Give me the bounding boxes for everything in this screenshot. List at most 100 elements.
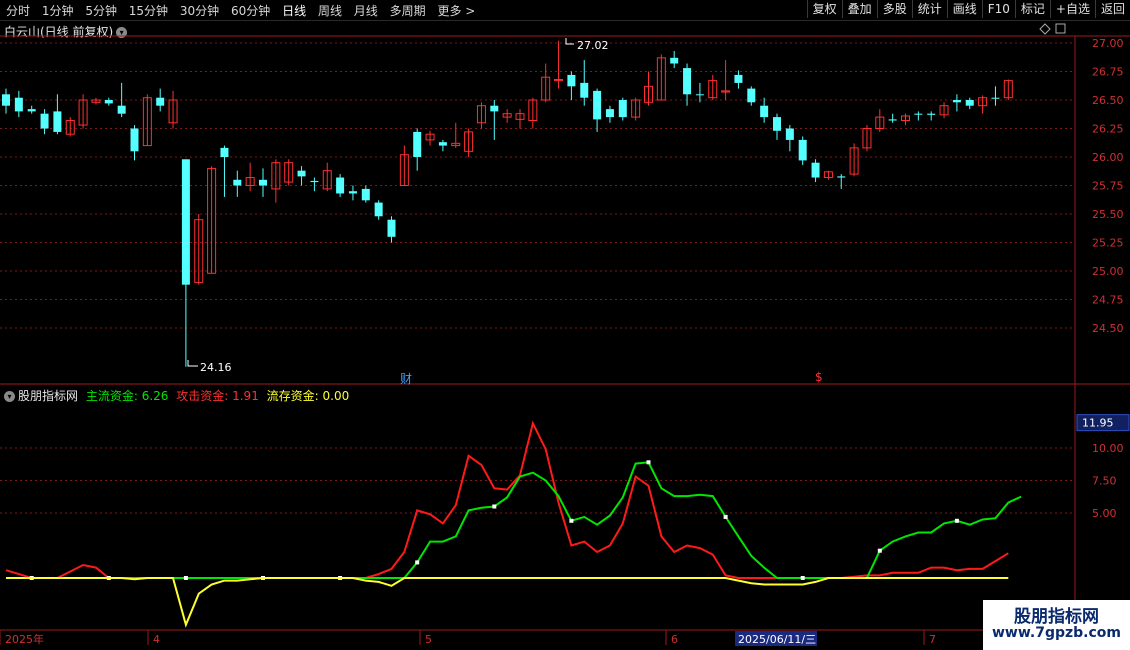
indicator-line-3 <box>6 577 1009 628</box>
indicator-point-marker <box>415 560 420 565</box>
candle-body-down <box>593 90 602 120</box>
price-tick-label: 26.75 <box>1092 66 1124 79</box>
candle-body-down <box>387 219 396 237</box>
date-tick-label: 5 <box>425 633 432 646</box>
cursor-date-label: 2025/06/11/三 <box>738 633 816 646</box>
price-tick-label: 25.50 <box>1092 208 1124 221</box>
low-price-label: 24.16 <box>200 361 232 374</box>
candle-body-down <box>310 180 319 183</box>
candle-body-down <box>734 74 743 83</box>
chevron-down-icon[interactable]: ▾ <box>4 391 15 402</box>
candle-body-down <box>811 162 820 178</box>
candle-body-down <box>965 100 974 106</box>
candle-body-down <box>695 94 704 96</box>
candle-body-down <box>914 113 923 115</box>
indicator-tick-label: 7.50 <box>1092 475 1117 488</box>
price-tick-label: 24.75 <box>1092 294 1124 307</box>
candle-body-down <box>117 105 126 114</box>
candle-body-down <box>233 179 242 186</box>
candle-body-down <box>798 139 807 161</box>
main-capital-value: 主流资金: 6.26 <box>85 389 169 403</box>
high-price-label: 27.02 <box>577 39 609 52</box>
date-tick-label: 6 <box>671 633 678 646</box>
indicator-grid <box>0 447 1075 514</box>
price-tick-label: 26.50 <box>1092 94 1124 107</box>
candle-body-down <box>413 131 422 157</box>
candle-body-down <box>837 176 846 178</box>
indicator-point-marker <box>954 518 959 523</box>
candle-body-down <box>605 109 614 118</box>
candle-body-down <box>490 105 499 112</box>
indicator-point-marker <box>877 548 882 553</box>
date-tick-label: 4 <box>153 633 160 646</box>
date-tick-label: 7 <box>929 633 936 646</box>
indicator-lines <box>5 420 1022 628</box>
candlestick-series <box>2 40 1013 367</box>
date-tick-label: 2025年 <box>5 632 44 646</box>
candle-body-down <box>181 159 190 285</box>
candle-body-down <box>297 170 306 177</box>
dividend-marker[interactable]: $ <box>815 370 823 384</box>
candle-body-down <box>773 117 781 131</box>
candle-body-down <box>888 119 897 121</box>
price-tick-label: 25.25 <box>1092 237 1124 250</box>
indicator-name: 股朋指标网 <box>18 389 79 403</box>
attack-capital-value: 攻击资金: 1.91 <box>176 389 259 403</box>
indicator-point-marker <box>800 576 805 580</box>
diamond-icon[interactable] <box>1039 23 1051 35</box>
financial-report-marker[interactable]: 财 <box>400 370 412 387</box>
indicator-point-marker <box>723 514 728 519</box>
candle-body-down <box>927 113 936 115</box>
indicator-line-2 <box>5 420 1009 579</box>
candle-body-down <box>361 188 370 201</box>
candle-body-down <box>580 82 589 98</box>
price-tick-label: 26.25 <box>1092 123 1124 136</box>
price-axis: 27.00 26.75 26.50 26.25 26.00 25.75 25.50 25.25… <box>1092 37 1124 335</box>
indicator-tick-label: 5.00 <box>1092 507 1117 520</box>
candle-body-down <box>567 74 576 87</box>
indicator-current-label: 11.95 <box>1082 417 1114 430</box>
price-grid <box>0 42 1075 329</box>
indicator-point-marker <box>492 504 497 509</box>
indicator-point-marker <box>646 460 651 465</box>
low-marker-icon <box>187 360 198 367</box>
price-tick-label: 24.50 <box>1092 322 1124 335</box>
chart-canvas[interactable]: 27.00 26.75 26.50 26.25 26.00 25.75 25.50 25.25… <box>0 0 1130 650</box>
indicator-axis: 11.95 10.00 7.50 5.00 <box>1076 414 1130 520</box>
candle-body-down <box>374 202 383 217</box>
candle-body-down <box>40 113 49 129</box>
retained-capital-value: 流存资金: 0.00 <box>266 389 350 403</box>
candle-body-down <box>670 57 679 64</box>
candle-body-down <box>438 142 447 146</box>
candle-body-down <box>259 179 267 186</box>
candle-body-down <box>683 68 692 95</box>
candle-body-down <box>130 128 139 152</box>
candle-body-down <box>104 100 113 104</box>
candle-body-down <box>27 109 36 112</box>
candle-body-down <box>747 88 756 103</box>
candle-body-down <box>336 177 345 194</box>
indicator-point-marker <box>569 518 574 523</box>
price-tick-label: 26.00 <box>1092 151 1124 164</box>
price-tick-label: 27.00 <box>1092 37 1124 50</box>
site-watermark: 股朋指标网 www.7gpzb.com <box>983 600 1130 650</box>
candle-body-down <box>760 105 769 118</box>
date-axis: 2025年 4 5 6 7 2025/06/11/三 <box>0 630 936 646</box>
price-tick-label: 25.00 <box>1092 265 1124 278</box>
candle-body-down <box>991 97 1000 99</box>
price-tick-label: 25.75 <box>1092 180 1124 193</box>
candle-body-down <box>785 128 794 140</box>
indicator-title-bar: ▾ 股朋指标网 主流资金: 6.26 攻击资金: 1.91 流存资金: 0.00 <box>4 387 349 404</box>
candle-body-down <box>952 100 961 103</box>
candle-body-down <box>618 100 627 118</box>
indicator-point-marker <box>183 576 188 580</box>
candle-body-down <box>220 147 229 157</box>
candle-body-down <box>2 94 10 106</box>
candle-body-down <box>14 97 23 112</box>
candle-body-down <box>348 191 357 194</box>
square-icon[interactable] <box>1055 23 1066 34</box>
candle-body-down <box>156 97 165 106</box>
indicator-tick-label: 10.00 <box>1092 442 1124 455</box>
indicator-line-1 <box>6 461 1022 579</box>
candle-body-down <box>53 111 62 132</box>
